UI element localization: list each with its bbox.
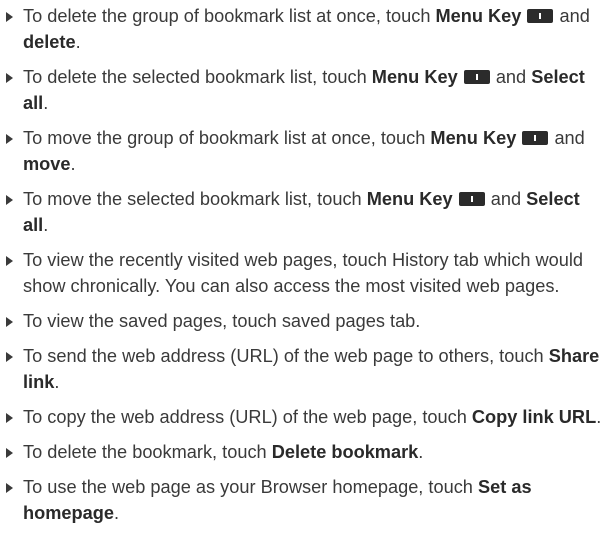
item-bold-text: Menu Key: [435, 6, 522, 26]
item-bold-text: Menu Key: [371, 67, 458, 87]
item-text: To delete the bookmark, touch: [23, 442, 272, 462]
item-text: To view the saved pages, touch saved pag…: [23, 311, 421, 331]
item-text: .: [418, 442, 424, 462]
manual-page: To delete the group of bookmark list at …: [0, 0, 610, 535]
list-item: To move the group of bookmark list at on…: [0, 125, 610, 177]
item-bold-text: Menu Key: [430, 128, 517, 148]
bullet-arrow-icon: [6, 352, 13, 362]
list-item: To delete the group of bookmark list at …: [0, 3, 610, 55]
list-item: To view the recently visited web pages, …: [0, 247, 610, 299]
item-text: and: [485, 189, 527, 209]
item-bold-text: move: [23, 154, 71, 174]
bullet-arrow-icon: [6, 448, 13, 458]
item-text: and: [549, 128, 585, 148]
item-text: To use the web page as your Browser home…: [23, 477, 478, 497]
item-bold-text: delete: [23, 32, 76, 52]
item-text: .: [596, 407, 602, 427]
item-bold-text: Copy link URL: [471, 407, 597, 427]
item-text: To move the selected bookmark list, touc…: [23, 189, 367, 209]
item-text: .: [75, 32, 81, 52]
item-bold-text: Delete bookmark: [271, 442, 419, 462]
bullet-arrow-icon: [6, 73, 13, 83]
item-text: To view the recently visited web pages, …: [23, 250, 584, 296]
item-text: To send the web address (URL) of the web…: [23, 346, 549, 366]
bullet-arrow-icon: [6, 317, 13, 327]
item-text: .: [43, 215, 49, 235]
item-text: To delete the selected bookmark list, to…: [23, 67, 372, 87]
list-item: To copy the web address (URL) of the web…: [0, 404, 610, 430]
list-item: To use the web page as your Browser home…: [0, 474, 610, 526]
item-text: To move the group of bookmark list at on…: [23, 128, 431, 148]
list-item: To delete the bookmark, touch Delete boo…: [0, 439, 610, 465]
bullet-arrow-icon: [6, 413, 13, 423]
item-text: .: [113, 503, 120, 523]
item-text: .: [43, 93, 49, 113]
list-item: To move the selected bookmark list, touc…: [0, 186, 610, 238]
item-text: .: [70, 154, 76, 174]
item-text: To copy the web address (URL) of the web…: [23, 407, 472, 427]
bullet-arrow-icon: [6, 483, 13, 493]
bullet-list: To delete the group of bookmark list at …: [0, 3, 610, 526]
menu-key-icon: [522, 131, 549, 145]
menu-key-icon: [458, 192, 485, 206]
item-text: and: [490, 67, 532, 87]
list-item: To view the saved pages, touch saved pag…: [0, 308, 610, 334]
bullet-arrow-icon: [6, 12, 13, 22]
bullet-arrow-icon: [6, 195, 13, 205]
bullet-arrow-icon: [6, 256, 13, 266]
bullet-arrow-icon: [6, 134, 13, 144]
item-bold-text: Menu Key: [366, 189, 453, 209]
list-item: To delete the selected bookmark list, to…: [0, 64, 610, 116]
list-item: To send the web address (URL) of the web…: [0, 343, 610, 395]
menu-key-icon: [463, 70, 490, 84]
item-text: .: [54, 372, 60, 392]
item-text: To delete the group of bookmark list at …: [23, 6, 436, 26]
menu-key-icon: [527, 9, 554, 23]
item-text: and: [554, 6, 590, 26]
